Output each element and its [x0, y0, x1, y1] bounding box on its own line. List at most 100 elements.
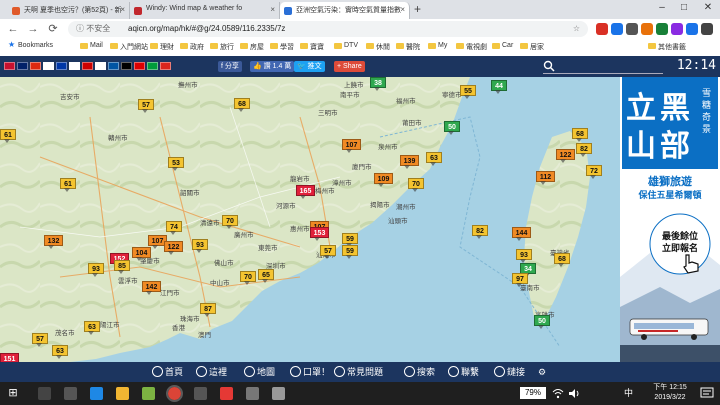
- aqi-station-marker[interactable]: 57: [32, 333, 48, 347]
- bottom-nav-item[interactable]: 地圖: [244, 365, 275, 379]
- aqi-station-marker[interactable]: 132: [44, 235, 63, 249]
- aqi-station-marker[interactable]: 93: [516, 249, 532, 263]
- extension-icon[interactable]: [656, 23, 668, 35]
- browser-tab-3-active[interactable]: 亞洲空氣污染：實時空氣質量指數 ×: [280, 2, 410, 19]
- new-tab-button[interactable]: +: [414, 2, 428, 16]
- aqi-station-marker[interactable]: 59: [342, 233, 358, 247]
- aqi-station-marker[interactable]: 53: [168, 157, 184, 171]
- language-flag-icon[interactable]: [30, 62, 41, 70]
- aqi-station-marker[interactable]: 165: [296, 185, 315, 199]
- minimize-button[interactable]: –: [652, 2, 672, 16]
- taskbar-app-icon[interactable]: [272, 387, 285, 400]
- bookmark-item[interactable]: 理財: [150, 42, 174, 52]
- bookmark-item[interactable]: Bookmarks: [8, 40, 53, 49]
- extension-icon[interactable]: [611, 23, 623, 35]
- bookmark-item[interactable]: 寶寶: [300, 42, 324, 52]
- bookmark-item[interactable]: 其他書籤: [648, 42, 686, 52]
- aqi-station-marker[interactable]: 122: [556, 149, 575, 163]
- taskbar-app-icon[interactable]: [116, 387, 129, 400]
- aqi-station-marker[interactable]: 59: [342, 245, 358, 259]
- browser-tab-2[interactable]: Windy: Wind map & weather fo ×: [130, 2, 280, 19]
- tab-close-icon[interactable]: ×: [270, 5, 275, 14]
- aqi-station-marker[interactable]: 97: [512, 273, 528, 287]
- aqi-station-marker[interactable]: 65: [258, 269, 274, 283]
- browser-tab-1[interactable]: 天啊 夏季也空污？(第52頁) - 新 ×: [8, 2, 130, 19]
- language-flag-icon[interactable]: [108, 62, 119, 70]
- aqi-station-marker[interactable]: 63: [426, 152, 442, 166]
- bookmark-item[interactable]: 入門網站: [110, 42, 148, 52]
- reload-button[interactable]: ⟳: [46, 22, 60, 36]
- language-flag-icon[interactable]: [95, 62, 106, 70]
- aqi-station-marker[interactable]: 93: [88, 263, 104, 277]
- aqi-station-marker[interactable]: 50: [534, 315, 550, 329]
- taskbar-app-icon[interactable]: [38, 387, 51, 400]
- aqi-station-marker[interactable]: 87: [200, 303, 216, 317]
- aqi-station-marker[interactable]: 68: [554, 253, 570, 267]
- taskbar-app-icon[interactable]: [220, 387, 233, 400]
- tab-close-icon[interactable]: ×: [400, 5, 405, 14]
- facebook-share-button[interactable]: f 分享: [218, 61, 242, 72]
- url-text[interactable]: aqicn.org/map/hk/#@g/24.0589/116.2335/7z: [128, 21, 285, 37]
- bottom-nav-item[interactable]: 鏈接: [494, 365, 525, 379]
- aqi-station-marker[interactable]: 142: [142, 281, 161, 295]
- ad-banner[interactable]: 立 黑 山 部 雪 糖 奇 景 雄獅旅遊 保住五星希爾頓 最後餘位 立即報名: [620, 77, 720, 362]
- bookmark-item[interactable]: Car: [492, 42, 513, 49]
- bottom-nav-item[interactable]: 聯繫: [448, 365, 479, 379]
- aqi-station-marker[interactable]: 63: [52, 345, 68, 359]
- aqi-station-marker[interactable]: 72: [586, 165, 602, 179]
- aqi-station-marker[interactable]: 38: [370, 77, 386, 91]
- extension-icon[interactable]: [701, 23, 713, 35]
- aqi-station-marker[interactable]: 93: [192, 239, 208, 253]
- bottom-nav-item[interactable]: 口罩！: [290, 365, 330, 379]
- taskbar-app-icon[interactable]: [246, 387, 259, 400]
- aqi-station-marker[interactable]: 107: [342, 139, 361, 153]
- maximize-button[interactable]: □: [674, 2, 694, 16]
- aqi-station-marker[interactable]: 50: [444, 121, 460, 135]
- start-button[interactable]: ⊞: [4, 385, 22, 402]
- bookmark-item[interactable]: 房屋: [240, 42, 264, 52]
- wifi-icon[interactable]: [552, 388, 564, 399]
- address-bar[interactable]: ⓘ 不安全 aqicn.org/map/hk/#@g/24.0589/116.2…: [68, 21, 588, 37]
- extension-icon[interactable]: [671, 23, 683, 35]
- bookmark-item[interactable]: Mail: [80, 42, 103, 49]
- aqi-station-marker[interactable]: 122: [164, 241, 183, 255]
- taskbar-app-icon[interactable]: [142, 387, 155, 400]
- taskbar-app-icon[interactable]: [166, 385, 183, 402]
- language-flag-icon[interactable]: [134, 62, 145, 70]
- aqi-station-marker[interactable]: 55: [460, 85, 476, 99]
- aqi-station-marker[interactable]: 112: [536, 171, 555, 185]
- bookmark-item[interactable]: DTV: [334, 42, 358, 49]
- language-flag-icon[interactable]: [17, 62, 28, 70]
- bottom-nav-item[interactable]: 這裡: [196, 365, 227, 379]
- google-share-button[interactable]: + Share: [334, 61, 365, 72]
- aqi-station-marker[interactable]: 74: [166, 221, 182, 235]
- aqi-map[interactable]: 贛州市梅州市汕頭市潮州市廣州市東莞市深圳市香港珠海市高雄市臺南市臺灣省福州市廈門…: [0, 77, 620, 362]
- back-button[interactable]: ←: [6, 22, 20, 36]
- language-flag-icon[interactable]: [4, 62, 15, 70]
- language-flag-icon[interactable]: [82, 62, 93, 70]
- notification-icon[interactable]: [700, 387, 714, 400]
- extension-icon[interactable]: [641, 23, 653, 35]
- aqi-station-marker[interactable]: 144: [512, 227, 531, 241]
- aqi-station-marker[interactable]: 85: [114, 260, 130, 274]
- language-flag-icon[interactable]: [147, 62, 158, 70]
- aqi-station-marker[interactable]: 82: [472, 225, 488, 239]
- taskbar-app-icon[interactable]: [64, 387, 77, 400]
- language-flag-icon[interactable]: [56, 62, 67, 70]
- bookmark-item[interactable]: 居家: [520, 42, 544, 52]
- tab-close-icon[interactable]: ×: [120, 5, 125, 14]
- forward-button[interactable]: →: [26, 22, 40, 36]
- aqi-station-marker[interactable]: 109: [374, 173, 393, 187]
- bottom-nav-item[interactable]: ⚙: [538, 365, 546, 379]
- aqi-station-marker[interactable]: 44: [491, 80, 507, 94]
- bookmark-item[interactable]: 電視劇: [456, 42, 487, 52]
- bookmark-item[interactable]: 旅行: [210, 42, 234, 52]
- bottom-nav-item[interactable]: 常見問題: [334, 365, 383, 379]
- aqi-station-marker[interactable]: 82: [576, 143, 592, 157]
- aqi-station-marker[interactable]: 139: [400, 155, 419, 169]
- ime-indicator[interactable]: 中: [624, 386, 633, 399]
- language-flag-icon[interactable]: [121, 62, 132, 70]
- bookmark-item[interactable]: My: [428, 42, 447, 49]
- aqi-station-marker[interactable]: 61: [60, 178, 76, 192]
- bookmark-item[interactable]: 學習: [270, 42, 294, 52]
